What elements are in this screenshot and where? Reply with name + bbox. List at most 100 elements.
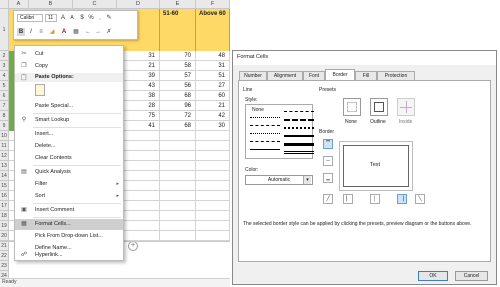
table-cell[interactable]: 56 — [160, 81, 196, 91]
row-header[interactable]: 14 — [0, 171, 9, 181]
empty-cell[interactable] — [196, 221, 230, 231]
empty-cell[interactable] — [196, 151, 230, 161]
row-header[interactable]: 7 — [0, 101, 9, 111]
add-sheet-button[interactable]: + — [128, 241, 138, 251]
empty-cell[interactable] — [160, 201, 196, 211]
empty-cell[interactable] — [160, 181, 196, 191]
menu-item-hyperlink[interactable]: ☍ Hyperlink... — [15, 251, 123, 260]
menu-item-format-cells[interactable]: ▦ Format Cells... — [15, 219, 123, 230]
tab-fill[interactable]: Fill — [355, 71, 377, 80]
empty-cell[interactable] — [160, 141, 196, 151]
border-bottom-button[interactable]: ▁ — [323, 173, 333, 183]
column-header-a[interactable]: A — [9, 0, 29, 9]
empty-cell[interactable] — [196, 131, 230, 141]
row-header[interactable]: 1 — [0, 9, 9, 51]
menu-item-smart-lookup[interactable]: ⚲ Smart Lookup — [15, 115, 123, 126]
paste-icon[interactable] — [35, 84, 45, 96]
tab-alignment[interactable]: Alignment — [267, 71, 303, 80]
tab-font[interactable]: Font — [303, 71, 325, 80]
row-header[interactable]: 4 — [0, 71, 9, 81]
table-cell[interactable]: 51 — [196, 71, 230, 81]
row-header[interactable]: 12 — [0, 151, 9, 161]
bold-button[interactable]: B — [17, 28, 25, 36]
table-cell[interactable]: 27 — [196, 81, 230, 91]
menu-item-copy[interactable]: ❐ Copy — [15, 61, 123, 72]
column-header-e[interactable]: E — [160, 0, 196, 9]
column-header-f[interactable]: F — [196, 0, 230, 9]
border-left-button[interactable]: ▏ — [343, 194, 353, 204]
empty-cell[interactable] — [160, 151, 196, 161]
row-header[interactable]: 2 — [0, 51, 9, 61]
menu-item-quick-analysis[interactable]: ▤ Quick Analysis — [15, 167, 123, 178]
empty-cell[interactable] — [196, 141, 230, 151]
table-cell[interactable]: 72 — [160, 111, 196, 121]
row-header[interactable]: 19 — [0, 221, 9, 231]
font-name-box[interactable]: Calibri — [17, 14, 43, 22]
decrease-font-icon[interactable]: A — [68, 14, 76, 22]
header-cell-f[interactable]: Above 60 — [196, 9, 230, 51]
row-header[interactable]: 9 — [0, 121, 9, 131]
row-header[interactable]: 13 — [0, 161, 9, 171]
menu-item-insert[interactable]: Insert... — [15, 129, 123, 140]
column-header-b[interactable]: B — [29, 0, 73, 9]
tab-protection[interactable]: Protection — [377, 71, 415, 80]
row-header[interactable]: 21 — [0, 241, 9, 251]
table-cell[interactable]: 68 — [160, 91, 196, 101]
preset-none-button[interactable] — [343, 98, 361, 116]
row-header[interactable]: 23 — [0, 261, 9, 271]
border-diagonal-down-button[interactable]: ╲ — [415, 194, 425, 204]
comma-style-icon[interactable]: , — [96, 14, 104, 22]
border-center-button[interactable]: │ — [370, 194, 380, 204]
row-header[interactable]: 17 — [0, 201, 9, 211]
empty-cell[interactable] — [160, 211, 196, 221]
menu-item-filter[interactable]: Filter ▸ — [15, 179, 123, 190]
row-header[interactable]: 22 — [0, 251, 9, 261]
currency-icon[interactable]: $ — [78, 14, 86, 22]
row-header[interactable]: 15 — [0, 181, 9, 191]
border-middle-button[interactable]: ─ — [323, 156, 333, 166]
menu-item-clear-contents[interactable]: Clear Contents — [15, 153, 123, 164]
border-top-button[interactable]: ▔ — [323, 139, 333, 149]
empty-cell[interactable] — [160, 131, 196, 141]
menu-item-sort[interactable]: Sort ▸ — [15, 191, 123, 202]
table-cell[interactable]: 30 — [196, 121, 230, 131]
row-header[interactable]: 11 — [0, 141, 9, 151]
empty-cell[interactable] — [196, 171, 230, 181]
decrease-decimal-icon[interactable]: ← — [84, 28, 92, 36]
empty-cell[interactable] — [160, 231, 196, 241]
row-header[interactable]: 8 — [0, 111, 9, 121]
table-cell[interactable]: 60 — [196, 91, 230, 101]
table-cell[interactable]: 96 — [160, 101, 196, 111]
row-header[interactable]: 20 — [0, 231, 9, 241]
line-style-none[interactable]: None — [252, 107, 264, 113]
ok-button[interactable]: OK — [418, 271, 448, 281]
column-header-d[interactable]: D — [117, 0, 160, 9]
preset-outline-button[interactable] — [370, 98, 388, 116]
menu-item-cut[interactable]: ✂ Cut — [15, 49, 123, 60]
table-cell[interactable]: 42 — [196, 111, 230, 121]
cancel-button[interactable]: Cancel — [455, 271, 488, 281]
row-header[interactable]: 18 — [0, 211, 9, 221]
increase-font-icon[interactable]: A — [59, 14, 67, 22]
empty-cell[interactable] — [160, 161, 196, 171]
percent-icon[interactable]: % — [87, 14, 95, 22]
empty-cell[interactable] — [196, 201, 230, 211]
empty-cell[interactable] — [196, 191, 230, 201]
table-cell[interactable]: 68 — [160, 121, 196, 131]
font-color-icon[interactable]: A — [60, 28, 68, 36]
tab-number[interactable]: Number — [239, 71, 267, 80]
format-painter-icon[interactable]: ✎ — [105, 14, 113, 22]
row-header[interactable]: 5 — [0, 81, 9, 91]
borders-icon[interactable]: ▦ — [72, 28, 80, 36]
row-header[interactable]: 6 — [0, 91, 9, 101]
select-all-corner[interactable] — [0, 0, 9, 9]
center-align-icon[interactable]: ≡ — [37, 28, 45, 36]
empty-cell[interactable] — [160, 191, 196, 201]
tab-border[interactable]: Border — [325, 69, 355, 80]
row-header[interactable]: 10 — [0, 131, 9, 141]
table-cell[interactable]: 57 — [160, 71, 196, 81]
font-size-box[interactable]: 11 — [45, 14, 57, 22]
empty-cell[interactable] — [196, 231, 230, 241]
border-preview[interactable]: Text — [339, 141, 413, 191]
table-cell[interactable]: 21 — [196, 101, 230, 111]
